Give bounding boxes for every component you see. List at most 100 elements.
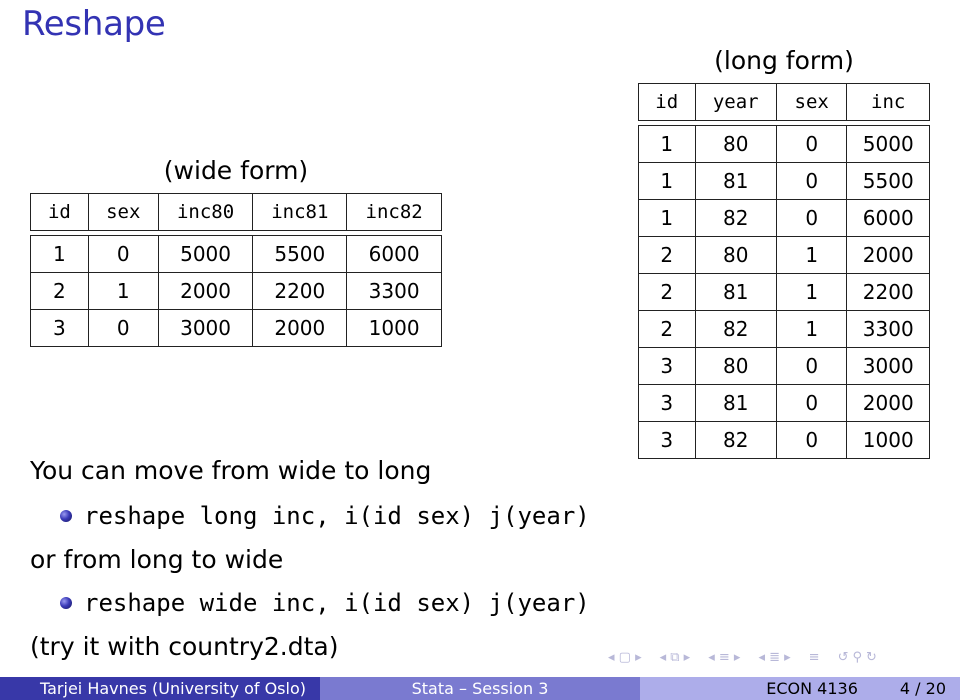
wide-to-long-text: You can move from wide to long — [30, 456, 432, 485]
wide-form-table: id sex inc80 inc81 inc82 1 0 5000 5500 6… — [30, 193, 442, 347]
subsection-nav[interactable]: ◂ ⧉ ▸ — [660, 650, 691, 665]
cell: 81 — [694, 273, 777, 311]
table-row: 3 0 3000 2000 1000 — [30, 309, 442, 347]
cell: 1 — [775, 273, 848, 311]
cell: 82 — [694, 421, 777, 459]
table-row: 1 82 0 6000 — [638, 199, 930, 237]
cell: 3000 — [157, 309, 254, 347]
cell: 3300 — [346, 272, 442, 310]
cell: 82 — [694, 310, 777, 348]
cell: 5500 — [252, 235, 348, 273]
cell: 3 — [638, 421, 696, 459]
cell: 3 — [30, 309, 89, 347]
cell: 80 — [694, 236, 777, 274]
table-row: 2 82 1 3300 — [638, 310, 930, 348]
cell: 0 — [775, 162, 848, 200]
cell: 1 — [87, 272, 159, 310]
header-cell: id — [638, 83, 696, 121]
cell: 5000 — [157, 235, 254, 273]
cell: 0 — [87, 235, 159, 273]
reshape-long-command: reshape long inc, i(id sex) j(year) — [84, 502, 590, 530]
cell: 80 — [694, 347, 777, 385]
section-nav[interactable]: ◂ ≡ ▸ — [708, 650, 740, 665]
table-row: 1 0 5000 5500 6000 — [30, 235, 442, 273]
cell: 1000 — [846, 421, 930, 459]
cell: 1 — [638, 199, 696, 237]
cell: 81 — [694, 384, 777, 422]
cell: 1 — [638, 162, 696, 200]
cell: 6000 — [846, 199, 930, 237]
cell: 1 — [638, 125, 696, 163]
cell: 2000 — [252, 309, 348, 347]
table-header-row: id year sex inc — [638, 83, 930, 121]
cell: 2 — [638, 310, 696, 348]
long-form-table: id year sex inc 1 80 0 5000 1 81 0 5500 1 82 0 6000… — [638, 83, 930, 459]
header-cell: inc82 — [346, 193, 442, 231]
cell: 82 — [694, 199, 777, 237]
footer-author: Tarjei Havnes (University of Oslo) — [0, 677, 320, 700]
cell: 0 — [775, 199, 848, 237]
table-row: 2 81 1 2200 — [638, 273, 930, 311]
table-header-row: id sex inc80 inc81 inc82 — [30, 193, 442, 231]
header-cell: id — [30, 193, 89, 231]
footer-course: ECON 4136 — [766, 679, 858, 698]
cell: 5500 — [846, 162, 930, 200]
footer-page-number: 4 / 20 — [899, 679, 946, 698]
cell: 1 — [775, 310, 848, 348]
cell: 3300 — [846, 310, 930, 348]
reshape-wide-command: reshape wide inc, i(id sex) j(year) — [84, 589, 590, 617]
subsubsection-nav[interactable]: ◂ ≣ ▸ — [758, 650, 790, 665]
footer-session: Stata – Session 3 — [320, 677, 640, 700]
bullet-icon — [60, 510, 72, 522]
cell: 2000 — [846, 236, 930, 274]
align-icon[interactable]: ≡ — [809, 650, 820, 665]
bullet-item: reshape wide inc, i(id sex) j(year) — [60, 589, 590, 617]
table-row: 2 80 1 2000 — [638, 236, 930, 274]
cell: 81 — [694, 162, 777, 200]
header-cell: inc — [846, 83, 930, 121]
cell: 80 — [694, 125, 777, 163]
header-cell: inc81 — [252, 193, 348, 231]
cell: 0 — [87, 309, 159, 347]
cell: 3 — [638, 384, 696, 422]
cell: 2000 — [157, 272, 254, 310]
cell: 1000 — [346, 309, 442, 347]
cell: 2200 — [846, 273, 930, 311]
frame-nav[interactable]: ◂ ▢ ▸ — [608, 650, 642, 665]
cell: 2 — [30, 272, 89, 310]
cell: 2 — [638, 273, 696, 311]
cell: 0 — [775, 347, 848, 385]
table-row: 2 1 2000 2200 3300 — [30, 272, 442, 310]
long-to-wide-text: or from long to wide — [30, 545, 284, 574]
try-it-text: (try it with country2.dta) — [30, 632, 339, 661]
table-row: 1 80 0 5000 — [638, 125, 930, 163]
cell: 2 — [638, 236, 696, 274]
table-row: 3 80 0 3000 — [638, 347, 930, 385]
wide-form-caption: (wide form) — [163, 156, 309, 185]
cell: 6000 — [346, 235, 442, 273]
slide-title: Reshape — [22, 4, 166, 44]
cell: 2200 — [252, 272, 348, 310]
header-cell: sex — [775, 83, 848, 121]
beamer-navigation: ◂ ▢ ▸ ◂ ⧉ ▸ ◂ ≡ ▸ ◂ ≣ ▸ ≡ ↺ ⚲ ↻ — [608, 650, 877, 665]
cell: 3000 — [846, 347, 930, 385]
footer-bar: Tarjei Havnes (University of Oslo) Stata… — [0, 677, 960, 700]
table-row: 3 82 0 1000 — [638, 421, 930, 459]
bullet-item: reshape long inc, i(id sex) j(year) — [60, 502, 590, 530]
redo-icon[interactable]: ↻ — [866, 650, 877, 665]
undo-icon[interactable]: ↺ — [838, 650, 849, 665]
cell: 1 — [30, 235, 89, 273]
header-cell: sex — [87, 193, 159, 231]
table-row: 3 81 0 2000 — [638, 384, 930, 422]
header-cell: year — [694, 83, 777, 121]
cell: 0 — [775, 421, 848, 459]
cell: 5000 — [846, 125, 930, 163]
bullet-icon — [60, 597, 72, 609]
header-cell: inc80 — [157, 193, 254, 231]
search-icon[interactable]: ⚲ — [852, 650, 862, 665]
cell: 1 — [775, 236, 848, 274]
cell: 0 — [775, 384, 848, 422]
cell: 3 — [638, 347, 696, 385]
cell: 0 — [775, 125, 848, 163]
cell: 2000 — [846, 384, 930, 422]
